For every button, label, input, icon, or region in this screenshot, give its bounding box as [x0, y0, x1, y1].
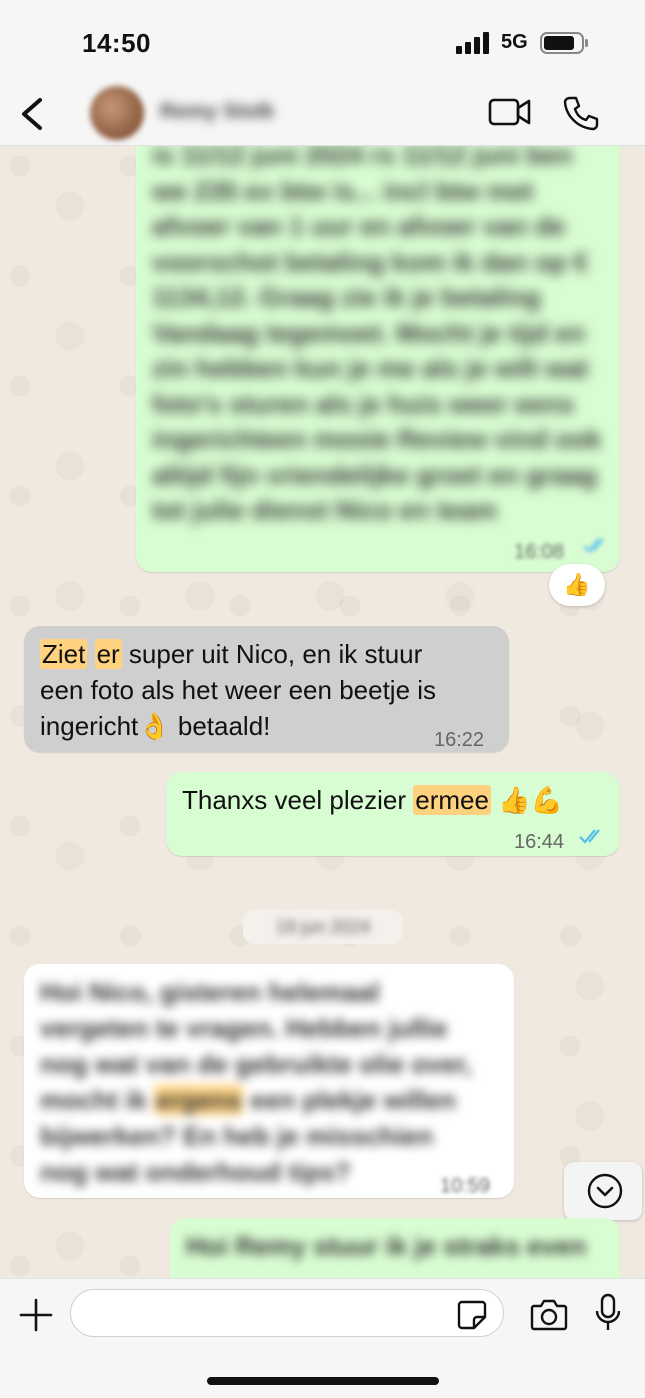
- thumbs-up-icon[interactable]: 👍: [549, 564, 605, 606]
- message-time: 10:59: [440, 1175, 491, 1197]
- message-incoming[interactable]: Hoi Nico, gisteren helemaal vergeten te …: [24, 964, 514, 1198]
- chat-header: Remy Stolk: [0, 84, 645, 146]
- date-separator: 19 jun 2024: [243, 910, 403, 944]
- contact-name[interactable]: Remy Stolk: [160, 100, 274, 124]
- avatar[interactable]: [90, 86, 144, 140]
- message-outgoing[interactable]: Thanxs veel plezier ermee 👍💪 16:44: [166, 772, 620, 856]
- phone-icon[interactable]: [562, 94, 600, 132]
- message-line: vergeten te vragen. Hebben jullie: [40, 1013, 448, 1043]
- search-highlight: ermee: [413, 785, 491, 815]
- read-ticks-icon: [579, 829, 600, 844]
- message-line: een foto als het weer een beetje is: [40, 675, 437, 705]
- message-line-rest: super uit Nico, en ik stuur: [121, 639, 423, 669]
- search-highlight: Ziet: [40, 639, 88, 669]
- chevron-down-icon: [587, 1173, 623, 1209]
- message-outgoing[interactable]: is 11/12 juni 2024 rs 11/12 juni ben we …: [136, 146, 620, 572]
- message-text: is 11/12 juni 2024 rs 11/12 juni ben we …: [152, 146, 602, 525]
- video-call-icon[interactable]: [488, 96, 532, 128]
- search-highlight: er: [94, 639, 122, 669]
- message-text-part: een plekje willen: [243, 1085, 456, 1115]
- signal-icon: [456, 32, 489, 54]
- message-line: Ziet er super uit Nico, en ik stuur: [40, 636, 493, 672]
- message-emoji: 👍💪: [490, 785, 563, 815]
- search-highlight: ergens: [154, 1085, 244, 1115]
- scroll-to-bottom-button[interactable]: [564, 1162, 642, 1220]
- message-text: Thanxs veel plezier ermee 👍💪: [182, 782, 604, 818]
- status-bar: 14:50 5G: [0, 0, 645, 84]
- message-line: nog wat van de gebruikte olie over,: [40, 1049, 472, 1079]
- date-label: 19 jun 2024: [275, 917, 371, 937]
- message-composer: [0, 1278, 645, 1398]
- message-time: 16:08: [514, 541, 565, 563]
- message-line: mocht ik ergens een plekje willen: [40, 1082, 498, 1118]
- battery-icon: [540, 32, 588, 54]
- message-input[interactable]: [70, 1289, 504, 1337]
- home-indicator: [207, 1377, 439, 1385]
- message-line: nog wat onderhoud tips?: [40, 1157, 351, 1187]
- status-time: 14:50: [82, 28, 151, 58]
- camera-icon[interactable]: [530, 1297, 568, 1331]
- network-type: 5G: [501, 31, 528, 53]
- message-outgoing[interactable]: Hoi Remy stuur ik je straks even: [170, 1218, 620, 1278]
- message-line: bijwerken? En heb je misschien: [40, 1121, 434, 1151]
- microphone-icon[interactable]: [594, 1293, 622, 1333]
- message-text-part: mocht ik: [40, 1085, 155, 1115]
- message-incoming[interactable]: Ziet er super uit Nico, en ik stuur een …: [24, 626, 509, 752]
- message-time: 16:44: [514, 831, 565, 853]
- chat-area[interactable]: is 11/12 juni 2024 rs 11/12 juni ben we …: [0, 146, 645, 1278]
- back-arrow-icon[interactable]: [14, 92, 54, 136]
- message-line: ingericht👌 betaald!: [40, 711, 271, 741]
- plus-icon[interactable]: [18, 1297, 54, 1333]
- message-text-part: Thanxs veel plezier: [182, 785, 414, 815]
- read-ticks-icon: [583, 538, 604, 553]
- message-time: 16:22: [434, 729, 485, 751]
- message-text: Hoi Nico, gisteren helemaal vergeten te …: [40, 974, 498, 1190]
- message-line: Hoi Nico, gisteren helemaal: [40, 977, 380, 1007]
- message-text: Hoi Remy stuur ik je straks even: [186, 1231, 587, 1261]
- sticker-icon[interactable]: [456, 1299, 488, 1331]
